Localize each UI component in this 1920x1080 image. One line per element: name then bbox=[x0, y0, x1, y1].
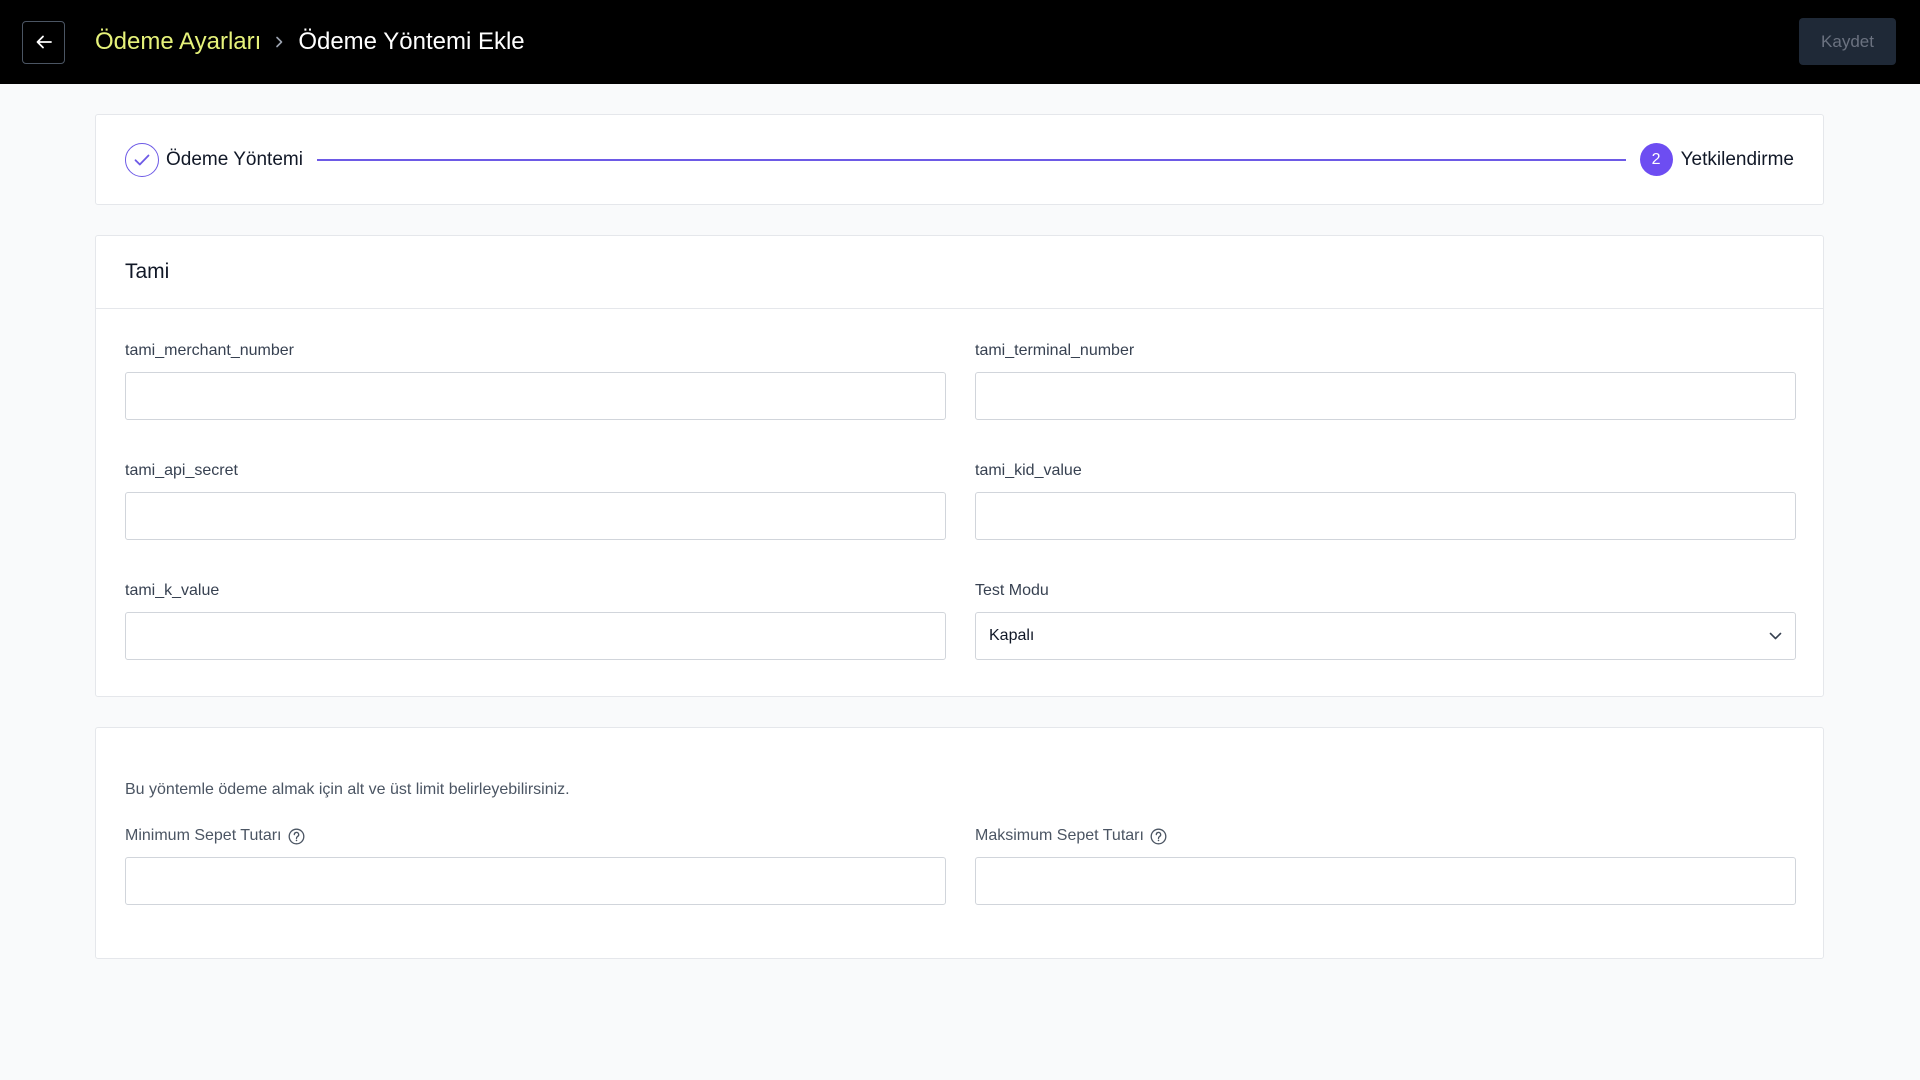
breadcrumb: Ödeme Ayarları Ödeme Yöntemi Ekle bbox=[95, 28, 525, 56]
field-api-secret: tami_api_secret bbox=[125, 460, 946, 540]
field-kid-value: tami_kid_value bbox=[975, 460, 1796, 540]
credentials-card: Tami tami_merchant_number tami_terminal_… bbox=[95, 235, 1824, 697]
field-label: tami_merchant_number bbox=[125, 342, 294, 359]
stepper: Ödeme Yöntemi 2 Yetkilendirme bbox=[95, 114, 1824, 205]
kid-value-input[interactable] bbox=[975, 492, 1796, 540]
field-k-value: tami_k_value bbox=[125, 580, 946, 660]
api-secret-input[interactable] bbox=[125, 492, 946, 540]
field-merchant-number: tami_merchant_number bbox=[125, 340, 946, 420]
min-basket-input[interactable] bbox=[125, 857, 946, 905]
arrow-left-icon bbox=[36, 35, 52, 49]
limits-grid: Minimum Sepet Tutarı Maksimum Sepet Tuta… bbox=[125, 825, 1796, 945]
select-value: Kapalı bbox=[989, 627, 1035, 644]
step-completed-indicator bbox=[125, 142, 159, 177]
chevron-right-icon bbox=[275, 36, 284, 48]
terminal-number-input[interactable] bbox=[975, 372, 1796, 420]
field-label: Minimum Sepet Tutarı bbox=[125, 825, 946, 847]
field-label: Maksimum Sepet Tutarı bbox=[975, 825, 1796, 847]
field-label: tami_k_value bbox=[125, 582, 220, 599]
breadcrumb-link-payment-settings[interactable]: Ödeme Ayarları bbox=[95, 28, 261, 56]
step-payment-method[interactable]: Ödeme Yöntemi bbox=[125, 142, 303, 177]
chevron-down-icon bbox=[1769, 632, 1782, 640]
min-basket-label: Minimum Sepet Tutarı bbox=[125, 827, 282, 844]
test-mode-select[interactable]: Kapalı bbox=[975, 612, 1796, 660]
check-icon bbox=[134, 154, 150, 165]
limits-description: Bu yöntemle ödeme almak için alt ve üst … bbox=[125, 781, 570, 798]
basket-limits-card: Bu yöntemle ödeme almak için alt ve üst … bbox=[95, 727, 1824, 959]
field-label: tami_api_secret bbox=[125, 462, 238, 479]
step-connector bbox=[316, 158, 1626, 161]
page-title: Ödeme Yöntemi Ekle bbox=[298, 28, 525, 55]
step-label: Yetkilendirme bbox=[1680, 148, 1794, 170]
step-number: 2 bbox=[1639, 143, 1673, 176]
back-button[interactable] bbox=[22, 20, 65, 64]
field-max-basket: Maksimum Sepet Tutarı bbox=[975, 825, 1796, 905]
field-label: Test Modu bbox=[975, 582, 1049, 599]
card-title: Tami bbox=[96, 236, 1823, 309]
field-terminal-number: tami_terminal_number bbox=[975, 340, 1796, 420]
max-basket-input[interactable] bbox=[975, 857, 1796, 905]
max-basket-label: Maksimum Sepet Tutarı bbox=[975, 827, 1144, 844]
help-icon[interactable] bbox=[1150, 828, 1167, 845]
field-label: tami_kid_value bbox=[975, 462, 1082, 479]
field-test-mode: Test Modu Kapalı bbox=[975, 580, 1796, 660]
merchant-number-input[interactable] bbox=[125, 372, 946, 420]
step-label: Ödeme Yöntemi bbox=[166, 148, 303, 170]
help-icon[interactable] bbox=[288, 828, 305, 845]
field-label: tami_terminal_number bbox=[975, 342, 1135, 359]
step-authorization[interactable]: 2 Yetkilendirme bbox=[1639, 143, 1794, 176]
field-min-basket: Minimum Sepet Tutarı bbox=[125, 825, 946, 905]
k-value-input[interactable] bbox=[125, 612, 946, 660]
credentials-grid: tami_merchant_number tami_terminal_numbe… bbox=[125, 340, 1796, 700]
save-button[interactable]: Kaydet bbox=[1799, 18, 1896, 65]
top-bar: Ödeme Ayarları Ödeme Yöntemi Ekle Kaydet bbox=[0, 0, 1920, 84]
